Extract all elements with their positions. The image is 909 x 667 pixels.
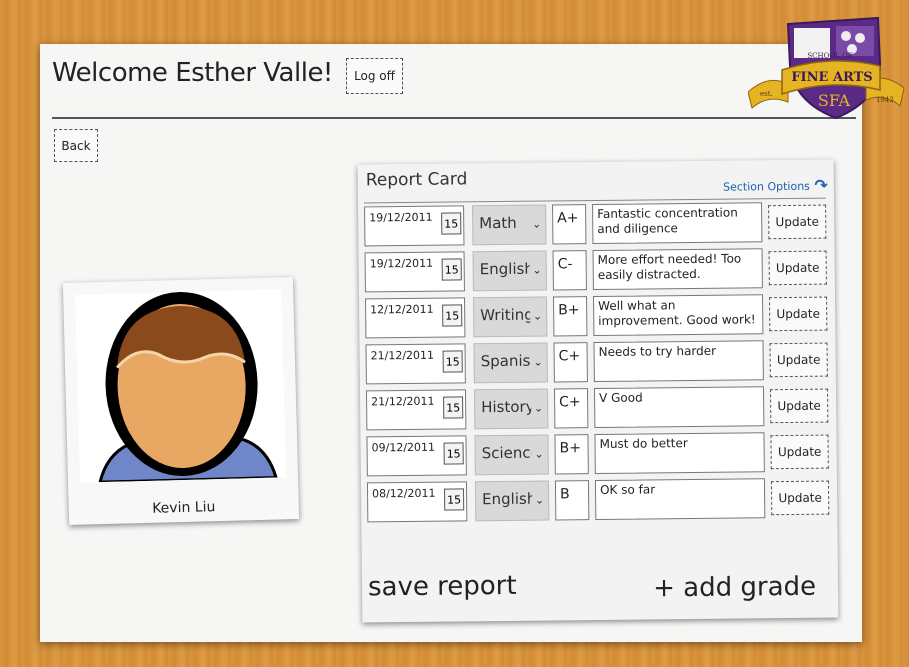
subject-select[interactable]: Math ⌄	[472, 204, 547, 246]
chevron-down-icon: ⌄	[534, 493, 545, 507]
grade-field[interactable]: A+	[552, 204, 587, 245]
calendar-icon[interactable]: 15	[442, 350, 463, 373]
update-button[interactable]: Update	[768, 250, 827, 286]
comment-field[interactable]: Needs to try harder	[593, 340, 764, 383]
update-button[interactable]: Update	[769, 296, 828, 332]
chevron-down-icon: ⌄	[531, 217, 542, 231]
update-button[interactable]: Update	[769, 342, 828, 378]
comment-field[interactable]: Well what an improvement. Good work!	[593, 294, 764, 337]
student-name: Kevin Liu	[152, 499, 216, 517]
subject-value: English	[482, 489, 533, 509]
comment-field[interactable]: Must do better	[594, 432, 765, 475]
subject-value: Writing	[480, 305, 531, 325]
back-button[interactable]: Back	[54, 129, 98, 162]
grade-row: 21/12/2011 15 Spanish ⌄ C+ Needs to try …	[365, 340, 833, 387]
grade-row: 12/12/2011 15 Writing ⌄ B+ Well what an …	[365, 294, 833, 341]
date-picker[interactable]: 21/12/2011 15	[365, 389, 467, 431]
student-avatar	[75, 289, 287, 483]
date-value: 12/12/2011	[370, 302, 434, 317]
subject-value: English	[479, 259, 530, 279]
grade-row: 08/12/2011 15 English ⌄ B OK so far Upda…	[366, 478, 835, 525]
calendar-icon[interactable]: 15	[442, 304, 463, 327]
subject-select[interactable]: Spanish ⌄	[473, 342, 548, 384]
grade-field[interactable]: B+	[553, 296, 588, 337]
grade-row: 21/12/2011 15 History ⌄ C+ V Good Update	[365, 386, 834, 433]
grade-row: 09/12/2011 15 Science ⌄ B+ Must do bette…	[366, 432, 834, 479]
update-button[interactable]: Update	[768, 204, 827, 240]
comment-field[interactable]: More effort needed! Too easily distracte…	[592, 248, 763, 291]
subject-select[interactable]: Writing ⌄	[473, 296, 548, 338]
grade-row: 19/12/2011 15 English ⌄ C- More effort n…	[364, 248, 833, 295]
chevron-down-icon: ⌄	[533, 401, 544, 415]
comment-field[interactable]: OK so far	[594, 478, 766, 521]
grade-field[interactable]: C+	[553, 342, 588, 383]
date-value: 09/12/2011	[371, 440, 436, 455]
calendar-icon[interactable]: 15	[441, 212, 462, 235]
date-picker[interactable]: 09/12/2011 15	[366, 435, 467, 477]
calendar-icon[interactable]: 15	[443, 396, 464, 419]
date-picker[interactable]: 19/12/2011 15	[364, 205, 465, 247]
chevron-down-icon: ⌄	[532, 309, 543, 323]
subject-select[interactable]: English ⌄	[472, 250, 547, 292]
date-value: 19/12/2011	[369, 256, 434, 271]
chevron-down-icon: ⌄	[533, 355, 543, 369]
update-button[interactable]: Update	[770, 434, 829, 470]
calendar-icon[interactable]: 15	[443, 442, 464, 465]
subject-select[interactable]: History ⌄	[473, 388, 549, 430]
comment-field[interactable]: Fantastic concentration and diligence	[592, 202, 763, 245]
date-value: 08/12/2011	[371, 486, 436, 501]
school-crest-logo: SCHOOL OF FINE ARTS SFA est. 1942	[747, 14, 906, 122]
grade-field[interactable]: C+	[553, 388, 589, 429]
subject-value: History	[481, 397, 532, 417]
grade-field[interactable]: B+	[554, 434, 589, 475]
chevron-down-icon: ⌄	[534, 447, 544, 461]
subject-select[interactable]: English ⌄	[474, 480, 550, 522]
grade-row: 19/12/2011 15 Math ⌄ A+ Fantastic concen…	[364, 202, 832, 249]
subject-select[interactable]: Science ⌄	[474, 434, 549, 476]
grade-field[interactable]: C-	[552, 250, 587, 291]
subject-value: Spanish	[480, 351, 531, 371]
welcome-title: Welcome Esther Valle!	[52, 58, 333, 88]
header-divider	[52, 117, 856, 119]
date-picker[interactable]: 12/12/2011 15	[365, 297, 466, 339]
crest-line2: FINE ARTS	[791, 70, 872, 85]
update-button[interactable]: Update	[770, 480, 830, 516]
calendar-icon[interactable]: 15	[441, 258, 462, 281]
report-card-panel: Report Card Section Options ↷ 19/12/2011…	[357, 159, 839, 623]
logoff-button[interactable]: Log off	[346, 58, 403, 94]
chevron-down-icon: ⌄	[532, 263, 542, 277]
comment-field[interactable]: V Good	[593, 386, 765, 429]
date-value: 21/12/2011	[371, 394, 435, 409]
crest-line1: SCHOOL OF	[807, 52, 852, 60]
date-value: 21/12/2011	[370, 348, 435, 363]
date-picker[interactable]: 21/12/2011 15	[365, 343, 466, 385]
crest-year: 1942	[876, 96, 894, 104]
date-value: 19/12/2011	[369, 210, 433, 225]
crest-est: est.	[760, 90, 773, 98]
date-picker[interactable]: 08/12/2011 15	[366, 481, 468, 523]
add-grade-button[interactable]: + add grade	[653, 572, 816, 604]
update-button[interactable]: Update	[769, 388, 829, 424]
subject-value: Science	[481, 443, 532, 463]
report-card-title: Report Card	[365, 169, 468, 191]
student-photo-card: Kevin Liu	[62, 277, 300, 525]
section-options-link[interactable]: Section Options	[723, 180, 810, 194]
date-picker[interactable]: 19/12/2011 15	[364, 251, 465, 293]
section-options-icon[interactable]: ↷	[814, 176, 828, 195]
calendar-icon[interactable]: 15	[444, 488, 465, 511]
crest-initials: SFA	[818, 91, 851, 110]
grade-field[interactable]: B	[554, 480, 590, 521]
subject-value: Math	[479, 213, 517, 233]
save-report-button[interactable]: save report	[368, 571, 517, 603]
